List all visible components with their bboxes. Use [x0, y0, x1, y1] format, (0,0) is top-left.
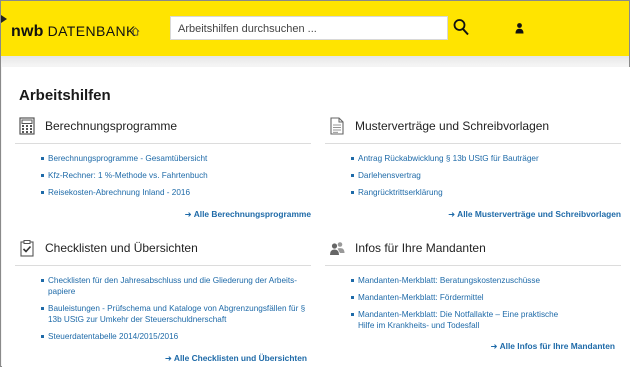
list-link[interactable]: Mandanten-Merkblatt: Die Notfallakte – E…	[351, 309, 573, 331]
app-window: nwb DATENBANK Arbeitshilfen durchsuchen …	[0, 0, 630, 367]
more-link[interactable]: ➜ Alle Musterverträge und Schreibvorlage…	[448, 209, 621, 219]
section-checklisten: Checklisten und Übersichten Checklisten …	[15, 238, 311, 366]
list-link[interactable]: Bauleistungen - Prüfschema und Kataloge …	[41, 303, 306, 325]
section-mandanten: Infos für Ihre Mandanten Mandanten-Merkb…	[325, 238, 621, 366]
list-link[interactable]: Darlehensvertrag	[351, 170, 621, 181]
logo-product: DATENBANK	[47, 23, 136, 39]
more-link[interactable]: ➜ Alle Checklisten und Übersichten	[165, 353, 307, 363]
link-list: Checklisten für den Jahresabschluss und …	[15, 266, 311, 342]
search-input[interactable]: Arbeitshilfen durchsuchen ...	[170, 16, 448, 40]
users-icon	[330, 242, 345, 255]
list-link[interactable]: Steuerdatentabelle 2014/2015/2016	[41, 331, 311, 342]
section-header: Infos für Ihre Mandanten	[325, 238, 621, 266]
section-title: Berechnungsprogramme	[45, 119, 178, 133]
section-header: Checklisten und Übersichten	[15, 238, 311, 266]
more-link[interactable]: ➜ Alle Infos für Ihre Mandanten	[491, 341, 615, 351]
home-icon[interactable]	[131, 27, 140, 36]
header-shadow	[1, 56, 629, 65]
list-link[interactable]: Mandanten-Merkblatt: Fördermittel	[351, 292, 621, 303]
list-link[interactable]: Checklisten für den Jahresabschluss und …	[41, 275, 303, 297]
more-link-label: Alle Berechnungsprogramme	[193, 209, 311, 219]
section-header: Berechnungsprogramme	[15, 116, 311, 144]
section-title: Musterverträge und Schreibvorlagen	[355, 119, 550, 133]
header-bar: nwb DATENBANK Arbeitshilfen durchsuchen …	[1, 1, 629, 56]
link-list: Berechnungsprogramme - Gesamtübersicht K…	[15, 144, 311, 198]
section-mustervertraege: Musterverträge und Schreibvorlagen Antra…	[325, 116, 621, 226]
list-link[interactable]: Antrag Rückabwicklung § 13b UStG für Bau…	[351, 153, 621, 164]
more-link[interactable]: ➜ Alle Berechnungsprogramme	[185, 209, 311, 219]
checklist-icon	[20, 240, 34, 257]
section-berechnungsprogramme: Berechnungsprogramme Berechnungsprogramm…	[15, 116, 311, 226]
link-list: Antrag Rückabwicklung § 13b UStG für Bau…	[325, 144, 621, 198]
more-link-label: Alle Musterverträge und Schreibvorlagen	[457, 209, 621, 219]
section-title: Checklisten und Übersichten	[45, 241, 198, 255]
link-list: Mandanten-Merkblatt: Beratungskostenzusc…	[325, 266, 621, 331]
list-link[interactable]: Kfz-Rechner: 1 %-Methode vs. Fahrtenbuch	[41, 170, 311, 181]
section-title: Infos für Ihre Mandanten	[355, 241, 486, 255]
side-marker-icon	[1, 15, 7, 23]
section-header: Musterverträge und Schreibvorlagen	[325, 116, 621, 144]
more-link-label: Alle Infos für Ihre Mandanten	[499, 341, 615, 351]
main-content: Arbeitshilfen Berechnungsprogramme Berec…	[2, 67, 630, 367]
list-link[interactable]: Berechnungsprogramme - Gesamtübersicht	[41, 153, 311, 164]
user-icon[interactable]	[515, 22, 524, 34]
logo[interactable]: nwb DATENBANK	[11, 22, 136, 41]
list-link[interactable]: Reisekosten-Abrechnung Inland - 2016	[41, 187, 311, 198]
search-icon[interactable]	[453, 18, 469, 36]
logo-brand: nwb	[11, 23, 44, 40]
document-icon	[330, 117, 344, 135]
calculator-icon	[19, 117, 35, 135]
list-link[interactable]: Rangrücktrittserklärung	[351, 187, 621, 198]
more-link-label: Alle Checklisten und Übersichten	[173, 353, 307, 363]
page-title: Arbeitshilfen	[19, 87, 111, 104]
list-link[interactable]: Mandanten-Merkblatt: Beratungskostenzusc…	[351, 275, 621, 286]
